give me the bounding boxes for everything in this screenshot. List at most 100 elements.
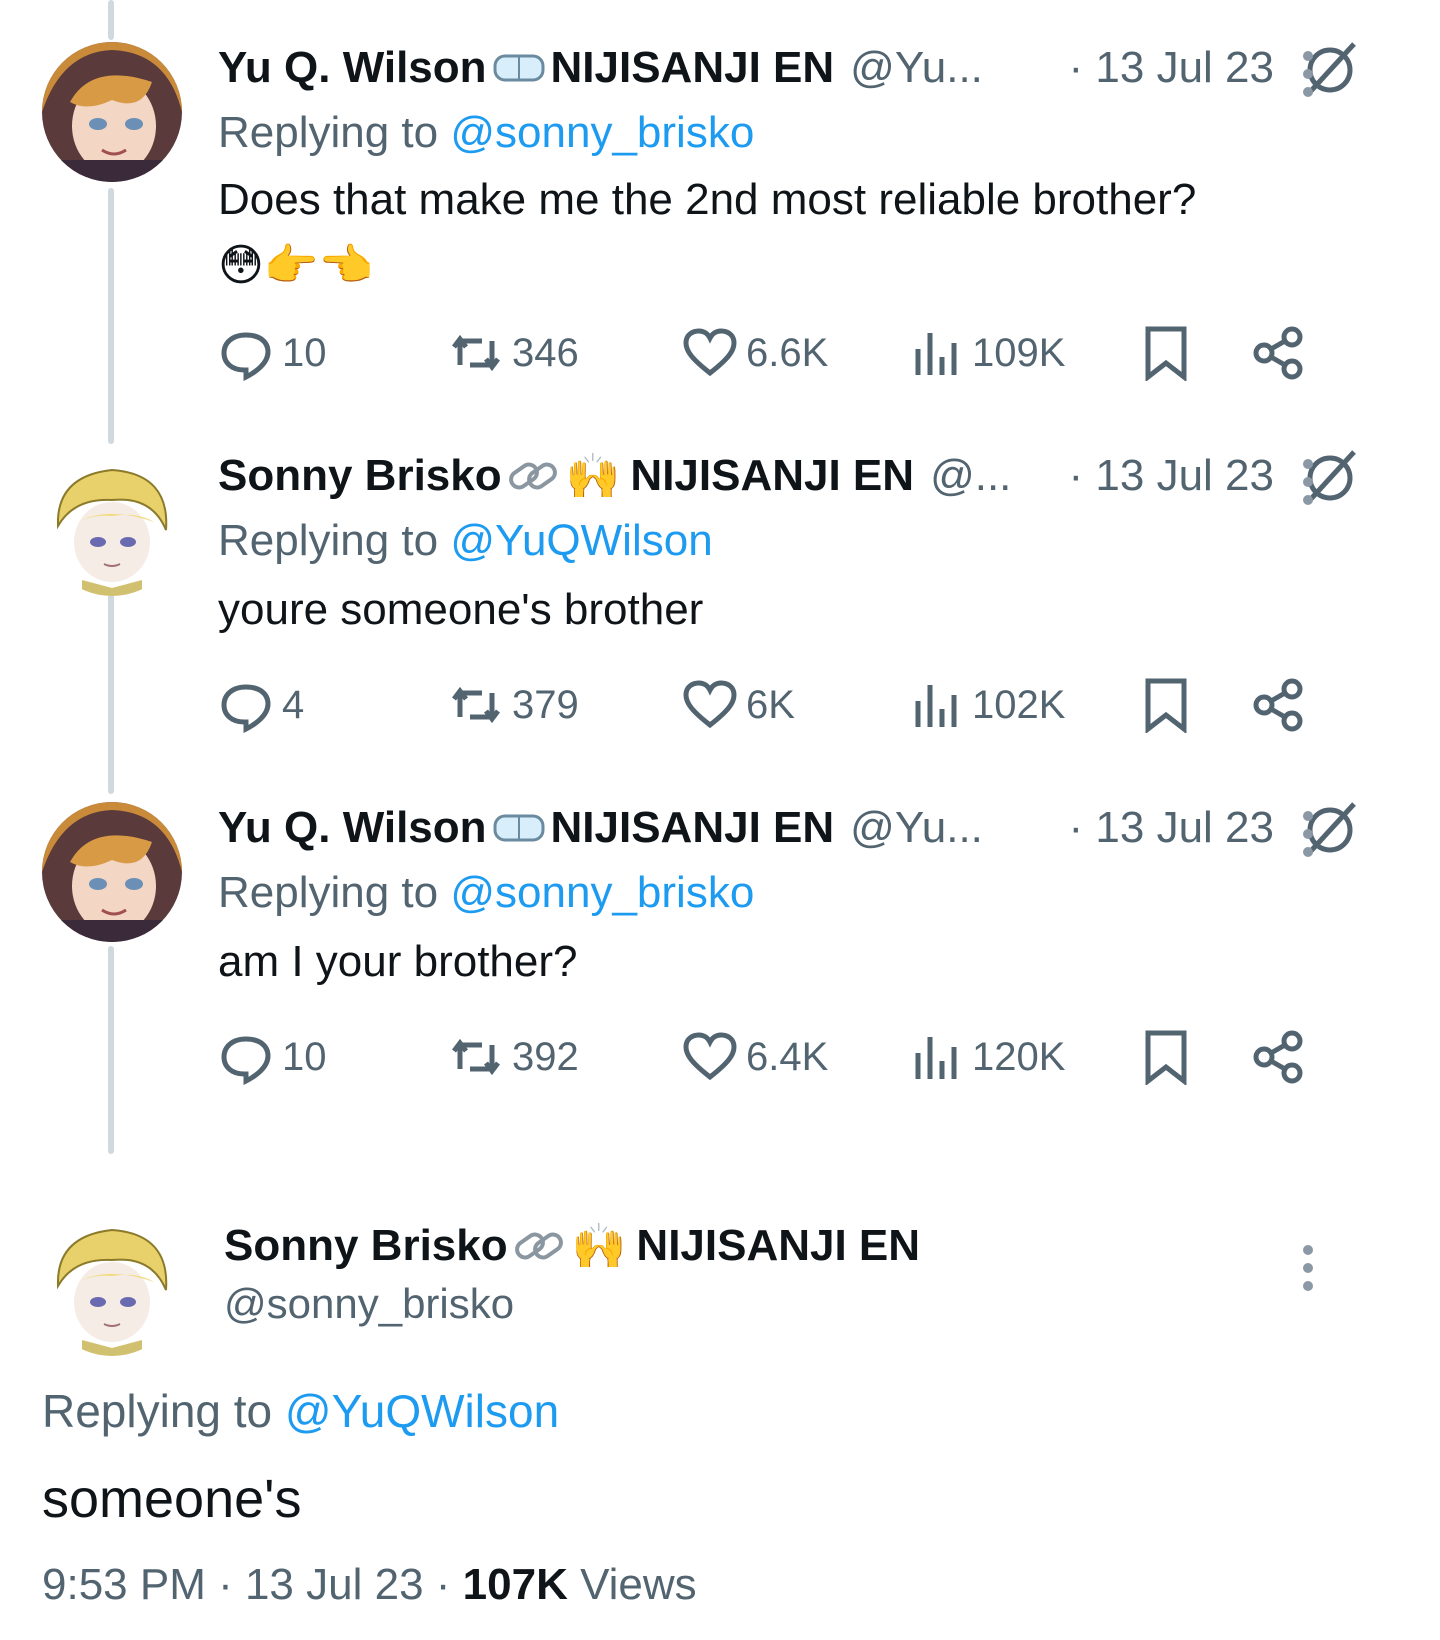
replying-to: Replying to @sonny_brisko <box>218 868 754 918</box>
avatar-sonny[interactable] <box>42 456 182 596</box>
views-icon <box>915 1037 957 1079</box>
share-icon <box>1253 678 1303 732</box>
more-icon[interactable] <box>1298 452 1318 512</box>
repost-button[interactable]: 379 <box>448 670 579 740</box>
tweet[interactable]: Yu Q. Wilson NIJISANJI EN @Yu... · 13 Ju… <box>0 38 1440 398</box>
reply-button[interactable]: 4 <box>218 670 304 740</box>
tweet-date[interactable]: · 13 Jul 23 <box>1069 43 1274 93</box>
views-label: Views <box>567 1560 697 1609</box>
replying-to-link[interactable]: @YuQWilson <box>450 516 712 565</box>
avatar-yu[interactable] <box>42 802 182 942</box>
views-button[interactable]: 120K <box>908 1022 1065 1092</box>
views-count: 102K <box>972 682 1066 727</box>
replying-to: Replying to @YuQWilson <box>42 1384 559 1438</box>
author-name[interactable]: Sonny Brisko <box>218 451 502 501</box>
tweet-date[interactable]: · 13 Jul 23 <box>1069 451 1274 501</box>
heart-icon <box>683 1032 737 1081</box>
reply-icon <box>221 1036 271 1085</box>
bookmark-icon <box>1145 1030 1187 1085</box>
tweet-timestamp[interactable]: 9:53 PM · 13 Jul 23 · <box>42 1560 463 1609</box>
tweet[interactable]: Yu Q. Wilson NIJISANJI EN @Yu... · 13 Ju… <box>0 798 1440 1118</box>
bookmark-button[interactable] <box>1138 1022 1202 1092</box>
reply-count: 4 <box>282 682 305 727</box>
replying-to-link[interactable]: @sonny_brisko <box>450 108 754 157</box>
author-org: NIJISANJI EN <box>630 451 915 500</box>
views-count: 109K <box>972 330 1066 375</box>
repost-count: 379 <box>512 682 579 727</box>
like-button[interactable]: 6.4K <box>682 1022 828 1092</box>
tweet-meta: 9:53 PM · 13 Jul 23 · 107K Views <box>42 1560 697 1610</box>
replying-to: Replying to @sonny_brisko <box>218 108 754 158</box>
bookmark-icon <box>1145 678 1187 733</box>
replying-to: Replying to @YuQWilson <box>218 516 713 566</box>
author-handle[interactable]: @Yu... <box>850 803 983 853</box>
heart-icon <box>683 680 737 729</box>
raised-hands-emoji: 🙌 <box>565 452 621 501</box>
replying-to-link[interactable]: @YuQWilson <box>285 1385 559 1437</box>
like-count: 6K <box>746 682 795 727</box>
replying-prefix: Replying to <box>218 516 439 565</box>
author-org: NIJISANJI EN <box>550 43 835 92</box>
reply-button[interactable]: 10 <box>218 1022 327 1092</box>
views-count: 120K <box>972 1034 1066 1079</box>
like-button[interactable]: 6.6K <box>682 318 828 388</box>
main-tweet: Sonny Brisko 🙌 NIJISANJI EN @sonny_brisk… <box>0 1200 1440 1640</box>
author-name[interactable]: Yu Q. Wilson <box>218 803 487 853</box>
author-handle[interactable]: @Yu... <box>850 43 983 93</box>
bookmark-icon <box>1145 326 1187 381</box>
avatar-sonny[interactable] <box>42 1216 182 1356</box>
more-icon[interactable] <box>1298 804 1318 864</box>
views-button[interactable]: 109K <box>908 318 1065 388</box>
bookmark-button[interactable] <box>1138 318 1202 388</box>
heart-icon <box>683 328 737 377</box>
views-button[interactable]: 102K <box>908 670 1065 740</box>
tweet-text-line: youre someone's brother <box>218 585 704 634</box>
tweet-text: someone's <box>42 1469 302 1529</box>
tweet-text: am I your brother? <box>218 932 578 992</box>
tweet-text-line: am I your brother? <box>218 937 578 986</box>
share-button[interactable] <box>1250 1022 1314 1092</box>
like-count: 6.4K <box>746 1034 829 1079</box>
bookmark-button[interactable] <box>1138 670 1202 740</box>
like-count: 6.6K <box>746 330 829 375</box>
share-icon <box>1253 326 1303 380</box>
more-icon[interactable] <box>1298 1238 1318 1298</box>
replying-prefix: Replying to <box>218 108 439 157</box>
reply-icon <box>221 684 271 733</box>
more-icon[interactable] <box>1298 44 1318 104</box>
share-icon <box>1253 1030 1303 1084</box>
author-org: NIJISANJI EN <box>636 1221 921 1270</box>
reply-button[interactable]: 10 <box>218 318 327 388</box>
link-icon <box>506 454 562 498</box>
tweet-text-line: Does that make me the 2nd most reliable … <box>218 175 1197 224</box>
reply-count: 10 <box>282 330 327 375</box>
share-button[interactable] <box>1250 318 1314 388</box>
tweet-emoji-line: 😳👉👈 <box>218 241 374 290</box>
repost-icon <box>452 1038 500 1076</box>
action-bar: 4 379 6K 102K <box>218 670 1360 740</box>
tweet-date[interactable]: · 13 Jul 23 <box>1069 803 1274 853</box>
author-handle[interactable]: @sonny_brisko <box>224 1280 514 1328</box>
action-bar: 10 346 6.6K 109K <box>218 318 1360 388</box>
reply-icon <box>221 332 271 381</box>
avatar-yu[interactable] <box>42 42 182 182</box>
goggles-icon <box>491 806 547 850</box>
tweet-text: youre someone's brother <box>218 580 703 640</box>
repost-button[interactable]: 392 <box>448 1022 579 1092</box>
repost-count: 392 <box>512 1034 579 1079</box>
replying-prefix: Replying to <box>218 868 439 917</box>
like-button[interactable]: 6K <box>682 670 795 740</box>
replying-prefix: Replying to <box>42 1385 273 1437</box>
repost-icon <box>452 334 500 372</box>
author-org: NIJISANJI EN <box>550 803 835 852</box>
tweet[interactable]: Sonny Brisko 🙌 NIJISANJI EN @... · 13 Ju… <box>0 446 1440 766</box>
replying-to-link[interactable]: @sonny_brisko <box>450 868 754 917</box>
action-bar: 10 392 6.4K 120K <box>218 1022 1360 1092</box>
author-name[interactable]: Yu Q. Wilson <box>218 43 487 93</box>
repost-button[interactable]: 346 <box>448 318 579 388</box>
share-button[interactable] <box>1250 670 1314 740</box>
author-handle[interactable]: @... <box>930 451 1011 501</box>
goggles-icon <box>491 46 547 90</box>
author-name[interactable]: Sonny Brisko <box>224 1221 508 1271</box>
repost-count: 346 <box>512 330 579 375</box>
